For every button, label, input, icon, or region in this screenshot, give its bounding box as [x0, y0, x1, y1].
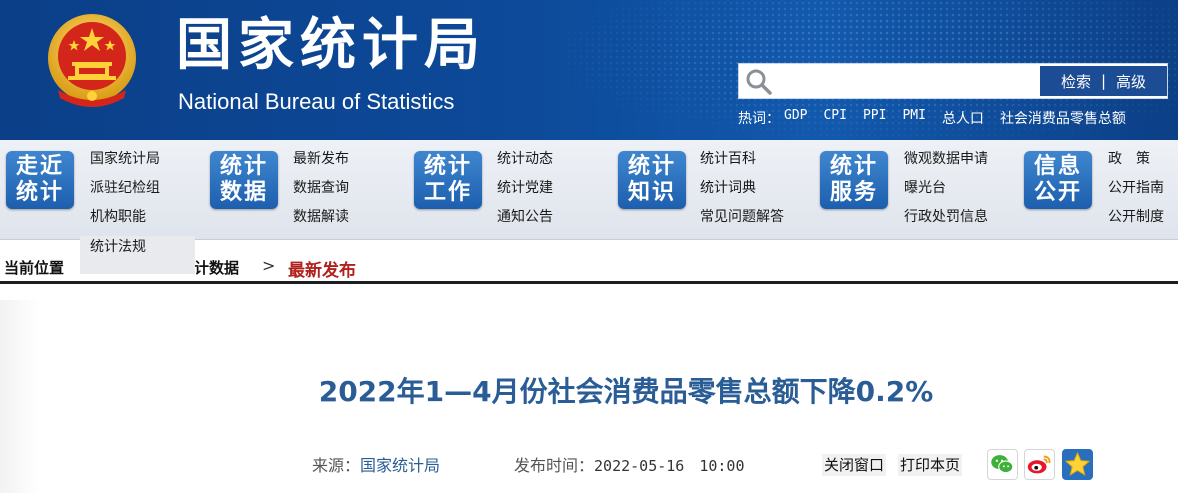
nav-link[interactable]: 机构职能 [90, 206, 160, 235]
nav-link[interactable]: 公开制度 [1108, 206, 1164, 235]
nav-tile-line: 统计 [219, 154, 268, 179]
nav-links: 最新发布 数据查询 数据解读 [293, 148, 349, 235]
nav-group-service: 统计 服务 微观数据申请 曝光台 行政处罚信息 [816, 140, 1020, 240]
nav-link[interactable]: 最新发布 [293, 148, 349, 177]
nav-links: 统计百科 统计词典 常见问题解答 [700, 148, 784, 235]
nav-links: 国家统计局 派驻纪检组 机构职能 [90, 148, 160, 235]
nav-link[interactable]: 统计百科 [700, 148, 784, 177]
share-weibo-button[interactable] [1024, 449, 1055, 480]
breadcrumb-item-data[interactable]: 计数据 [194, 257, 239, 278]
nav-link[interactable]: 常见问题解答 [700, 206, 784, 235]
nav-link[interactable]: 国家统计局 [90, 148, 160, 177]
nav-tile-data[interactable]: 统计 数据 [210, 151, 278, 209]
main-nav: 走近 统计 国家统计局 派驻纪检组 机构职能 统计 数据 最新发布 数据查询 数… [0, 140, 1178, 240]
hotword-gdp[interactable]: GDP [784, 108, 807, 130]
breadcrumb-current: 最新发布 [288, 261, 356, 281]
search-button-group: 检索 | 高级 [1040, 66, 1167, 96]
nav-link[interactable]: 通知公告 [497, 206, 553, 235]
nav-group-about: 走近 统计 国家统计局 派驻纪检组 机构职能 [0, 140, 204, 240]
nav-tile-line: 公开 [1033, 180, 1082, 205]
nav-link[interactable]: 数据解读 [293, 206, 349, 235]
nav-link[interactable]: 政 策 [1108, 148, 1164, 177]
source-link[interactable]: 国家统计局 [360, 456, 440, 475]
site-header: 国家统计局 National Bureau of Statistics 检索 |… [0, 0, 1178, 140]
nav-tile-line: 统计 [829, 154, 878, 179]
search-input[interactable] [779, 66, 1034, 96]
nav-link[interactable]: 曝光台 [904, 177, 988, 206]
nav-link[interactable]: 统计词典 [700, 177, 784, 206]
advanced-search-button[interactable]: 高级 [1116, 71, 1146, 92]
nav-group-disclosure: 信息 公开 政 策 公开指南 公开制度 [1020, 140, 1178, 240]
hotword-cpi[interactable]: CPI [823, 108, 846, 130]
close-window-button[interactable]: 关闭窗口 [822, 454, 887, 476]
nav-tile-service[interactable]: 统计 服务 [820, 151, 888, 209]
nav-tile-line: 工作 [423, 180, 472, 205]
source-label: 来源： [312, 456, 361, 475]
print-page-button[interactable]: 打印本页 [898, 454, 963, 476]
nav-link[interactable]: 派驻纪检组 [90, 177, 160, 206]
share-favorite-button[interactable] [1062, 449, 1093, 480]
national-emblem-icon[interactable] [44, 12, 140, 110]
nav-tile-knowledge[interactable]: 统计 知识 [618, 151, 686, 209]
time-label: 发布时间： [514, 456, 595, 475]
nav-group-data: 统计 数据 最新发布 数据查询 数据解读 [204, 140, 408, 240]
search-separator: | [1100, 72, 1107, 90]
article-title: 2022年1—4月份社会消费品零售总额下降0.2% [318, 375, 934, 408]
hotword-pmi[interactable]: PMI [902, 108, 925, 130]
hotwords-bar: 热词： GDP CPI PPI PMI 总人口 社会消费品零售总额 [738, 108, 1142, 130]
breadcrumb-label: 当前位置 [4, 259, 65, 277]
nav-link[interactable]: 行政处罚信息 [904, 206, 988, 235]
search-box: 检索 | 高级 [738, 63, 1168, 99]
hotword-population[interactable]: 总人口 [942, 108, 984, 130]
nav-tile-line: 知识 [627, 180, 676, 205]
nav-group-knowledge: 统计 知识 统计百科 统计词典 常见问题解答 [612, 140, 816, 240]
nav-links: 微观数据申请 曝光台 行政处罚信息 [904, 148, 988, 235]
nav-tile-line: 统计 [15, 180, 64, 205]
nav-links: 统计动态 统计党建 通知公告 [497, 148, 553, 235]
hotwords-label: 热词： [738, 111, 780, 127]
site-title-en: National Bureau of Statistics [178, 89, 455, 114]
wechat-icon [991, 455, 1014, 474]
breadcrumb-separator: > [262, 256, 276, 275]
nav-link[interactable]: 统计动态 [497, 148, 553, 177]
nav-tile-line: 走近 [15, 154, 64, 179]
nav-tile-about[interactable]: 走近 统计 [6, 151, 74, 209]
article-time: 发布时间：2022-05-16 10:00 [514, 452, 744, 476]
hotword-retail-sales[interactable]: 社会消费品零售总额 [1000, 108, 1126, 130]
nav-tile-line: 数据 [219, 180, 268, 205]
nav-group-work: 统计 工作 统计动态 统计党建 通知公告 [408, 140, 612, 240]
nav-link[interactable]: 数据查询 [293, 177, 349, 206]
nav-link[interactable]: 微观数据申请 [904, 148, 988, 177]
weibo-icon [1027, 455, 1051, 474]
nav-links: 政 策 公开指南 公开制度 [1108, 148, 1164, 235]
search-button[interactable]: 检索 [1061, 71, 1091, 92]
nav-tile-work[interactable]: 统计 工作 [414, 151, 482, 209]
nav-tile-line: 服务 [829, 180, 878, 205]
nav-tile-line: 统计 [627, 154, 676, 179]
nav-tile-line: 统计 [423, 154, 472, 179]
nav-link[interactable]: 统计党建 [497, 177, 553, 206]
share-wechat-button[interactable] [987, 449, 1018, 480]
site-title-cn: 国家统计局 [176, 13, 486, 78]
nav-tile-line: 信息 [1033, 154, 1082, 179]
hotword-ppi[interactable]: PPI [863, 108, 886, 130]
nav-dropdown-item-regulations[interactable]: 统计法规 [80, 236, 195, 274]
nav-link[interactable]: 公开指南 [1108, 177, 1164, 206]
search-icon [746, 69, 772, 95]
favorite-star-icon [1064, 451, 1091, 476]
article-source: 来源：国家统计局 [312, 452, 440, 476]
time-value: 2022-05-16 10:00 [594, 457, 745, 475]
nav-tile-disclosure[interactable]: 信息 公开 [1024, 151, 1092, 209]
